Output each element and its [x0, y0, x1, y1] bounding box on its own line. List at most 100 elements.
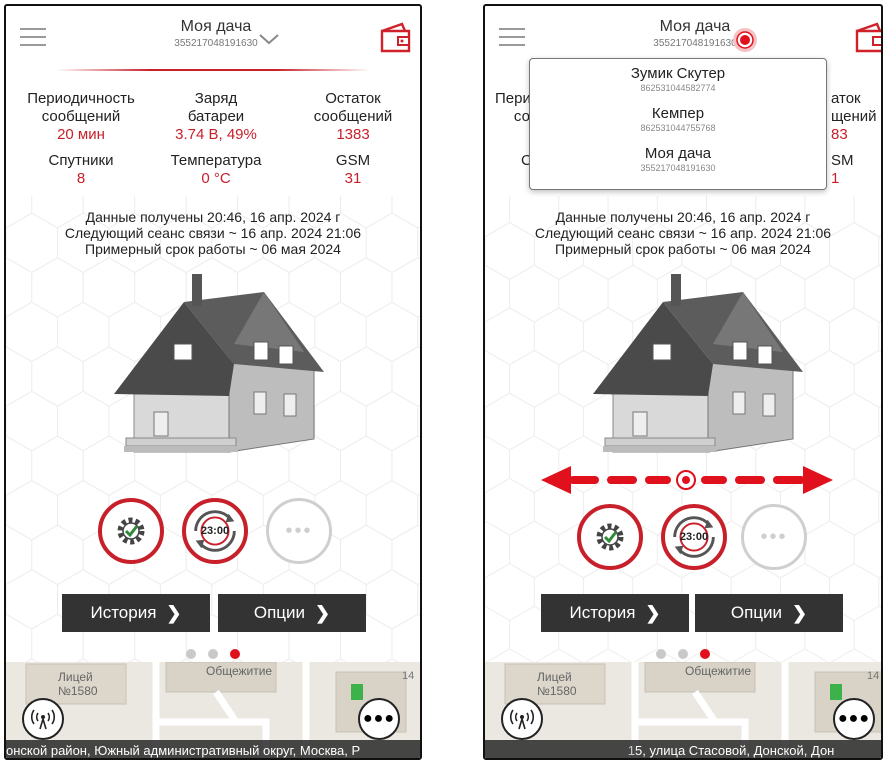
stat-value: 31: [344, 170, 362, 187]
house-image: [114, 274, 324, 453]
page-dot[interactable]: [678, 649, 688, 659]
stat-label: Пери: [495, 90, 531, 107]
stat-label: GSM: [335, 152, 371, 169]
stat-label: Температура: [170, 152, 262, 169]
ellipsis-icon: •••: [760, 525, 788, 548]
stat-label: Периодичность: [27, 90, 135, 107]
address-bar: онской район, Южный административный окр…: [6, 740, 420, 758]
map-label: №1580: [537, 684, 577, 698]
session-info: Данные получены 20:46, 16 апр. 2024 г Сл…: [6, 209, 420, 257]
phone-screen-right: Моя дача 355217048191630 Пери со С аток ще…: [483, 4, 883, 760]
page-dot[interactable]: [208, 649, 218, 659]
data-received-text: Данные получены 20:46, 16 апр. 2024 г: [85, 209, 341, 225]
map-label: Общежитие: [206, 664, 273, 678]
chevron-down-icon[interactable]: [258, 32, 280, 46]
header-divider: [56, 69, 370, 71]
stat-satellites: Спутники 8: [16, 152, 146, 188]
signal-tower-icon: [30, 709, 56, 730]
address-text: 5, улица Стасовой, Донской, Дон: [635, 743, 835, 758]
stat-value: 20 мин: [57, 126, 105, 143]
stat-label: Остаток: [325, 90, 381, 107]
stat-label: батареи: [187, 108, 245, 125]
settings-check-button[interactable]: [98, 498, 164, 564]
map-view[interactable]: Лицей №1580 Общежитие 14 ●●● онской райо…: [6, 662, 420, 758]
work-term-text: Примерный срок работы ~ 06 мая 2024: [85, 241, 341, 257]
stat-message-period: Периодичность сообщений 20 мин: [16, 90, 146, 144]
address-bar: 15, улица Стасовой, Донской, Дон: [485, 740, 881, 758]
chevron-right-icon: ❯: [166, 602, 182, 623]
signal-button[interactable]: [501, 698, 543, 740]
dropdown-item[interactable]: Моя дача 355217048191630: [530, 139, 826, 179]
phone-screen-left: Моя дача 355217048191630 Периодичность с…: [4, 4, 422, 760]
next-session-text: Следующий сеанс связи ~ 16 апр. 2024 21:…: [64, 225, 362, 241]
dropdown-item-name: Моя дача: [644, 145, 712, 162]
history-button[interactable]: История ❯: [62, 594, 210, 632]
next-session-text: Следующий сеанс связи ~ 16 апр. 2024 21:…: [534, 225, 832, 241]
stat-value: 1383: [336, 126, 370, 143]
work-term-text: Примерный срок работы ~ 06 мая 2024: [555, 241, 811, 257]
options-button[interactable]: Опции ❯: [695, 594, 843, 632]
stat-label: Спутники: [48, 152, 114, 169]
map-more-button[interactable]: ●●●: [833, 698, 875, 740]
address-prefix: 1: [627, 743, 635, 758]
stat-label: со: [513, 108, 530, 125]
schedule-button[interactable]: 23:00: [182, 498, 248, 564]
page-dot-active[interactable]: [700, 649, 710, 659]
chevron-right-icon: ❯: [315, 602, 331, 623]
gear-check-icon: [117, 517, 145, 545]
schedule-time: 23:00: [200, 525, 230, 537]
map-label: Лицей: [537, 670, 572, 684]
ellipsis-icon: ●●●: [838, 710, 870, 727]
dropdown-item-name: Кемпер: [651, 105, 705, 122]
stat-label: сообщений: [41, 108, 121, 125]
signal-tower-icon: [509, 709, 535, 730]
stat-partial: аток щений 83: [831, 90, 877, 144]
wallet-icon[interactable]: [853, 22, 883, 54]
history-button[interactable]: История ❯: [541, 594, 689, 632]
stat-value: 83: [831, 126, 848, 143]
stat-gsm: GSM 31: [288, 152, 418, 188]
options-button[interactable]: Опции ❯: [218, 594, 366, 632]
options-label: Опции: [253, 603, 306, 622]
more-button[interactable]: •••: [266, 498, 332, 564]
header: Моя дача 355217048191630: [6, 6, 420, 70]
menu-icon[interactable]: [499, 28, 525, 46]
map-view[interactable]: Лицей №1580 Общежитие 14 ●●● 15, улица С…: [485, 662, 881, 758]
stat-messages-left: Остаток сообщений 1383: [288, 90, 418, 144]
page-dot[interactable]: [656, 649, 666, 659]
dropdown-item[interactable]: Зумик Скутер 862531044582774: [530, 59, 826, 99]
dropdown-item[interactable]: Кемпер 862531044755768: [530, 99, 826, 139]
wallet-icon[interactable]: [378, 22, 412, 54]
page-dot[interactable]: [186, 649, 196, 659]
map-label: Общежитие: [685, 664, 752, 678]
stat-label: SM: [831, 152, 854, 169]
dropdown-item-name: Зумик Скутер: [630, 65, 726, 82]
map-more-button[interactable]: ●●●: [358, 698, 400, 740]
map-house-number: 14: [867, 670, 880, 682]
chevron-right-icon: ❯: [792, 602, 808, 623]
gear-check-icon: [596, 523, 624, 551]
ellipsis-icon: •••: [285, 519, 313, 542]
settings-check-button[interactable]: [577, 504, 643, 570]
session-info: Данные получены 20:46, 16 апр. 2024 г Сл…: [485, 209, 881, 257]
stat-value: 0 °С: [201, 170, 231, 187]
stat-label: сообщений: [313, 108, 393, 125]
more-button[interactable]: •••: [741, 504, 807, 570]
stat-value: 1: [831, 170, 840, 187]
swipe-arrow-icon: [541, 466, 833, 494]
dropdown-item-id: 355217048191630: [640, 163, 716, 173]
schedule-time: 23:00: [679, 531, 709, 543]
dropdown-item-id: 862531044755768: [640, 123, 716, 133]
map-label: №1580: [58, 684, 98, 698]
schedule-button[interactable]: 23:00: [661, 504, 727, 570]
signal-button[interactable]: [22, 698, 64, 740]
stat-label: щений: [831, 108, 877, 125]
history-label: История: [569, 603, 636, 622]
stat-label: аток: [831, 90, 861, 107]
options-label: Опции: [730, 603, 783, 622]
menu-icon[interactable]: [20, 28, 46, 46]
chevron-right-icon: ❯: [645, 602, 661, 623]
stat-partial: Пери со: [495, 90, 531, 126]
stat-partial: SM 1: [831, 152, 854, 188]
page-dot-active[interactable]: [230, 649, 240, 659]
